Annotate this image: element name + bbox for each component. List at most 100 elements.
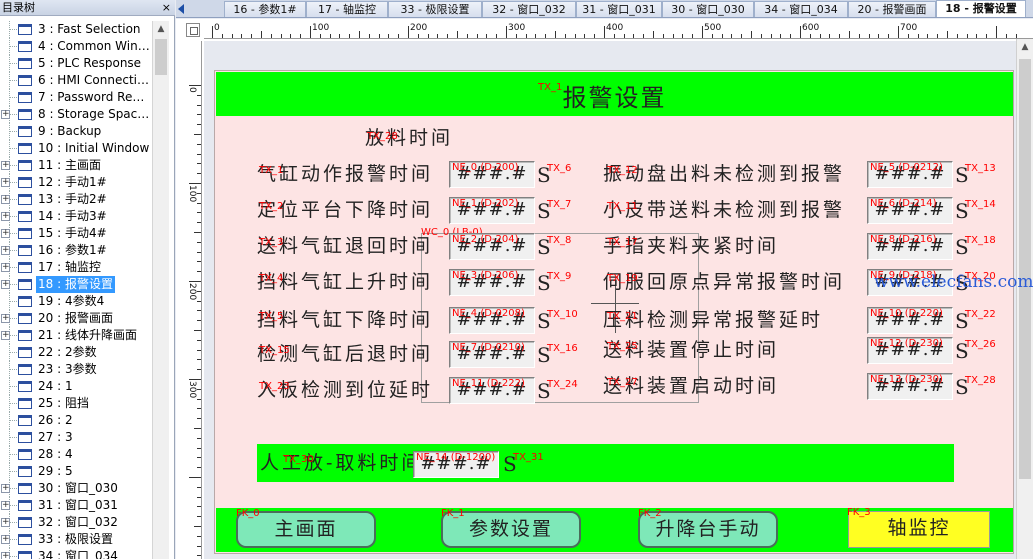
tree-line — [9, 80, 17, 81]
ruler-tick — [368, 34, 370, 38]
unit-label: S TX_31 — [503, 452, 544, 476]
tree-item[interactable]: +30 : 窗口_030 — [0, 480, 152, 497]
tab-window[interactable]: 20 - 报警画面 — [848, 1, 936, 17]
expand-icon[interactable]: + — [1, 280, 10, 289]
numeric-entry[interactable]: NE_13 (D-230) ###.# — [867, 373, 953, 400]
expand-icon[interactable]: + — [1, 161, 10, 170]
scrollbar-thumb[interactable] — [155, 39, 167, 75]
tree-item[interactable]: 28 : 4 — [0, 446, 152, 463]
scroll-up-icon[interactable]: ▲ — [1017, 39, 1033, 55]
tree-item[interactable]: 26 : 2 — [0, 412, 152, 429]
row-tag: TX_2 — [259, 201, 284, 212]
tree-item[interactable]: +12 : 手动1# — [0, 174, 152, 191]
tree-item[interactable]: +17 : 轴监控 — [0, 259, 152, 276]
tab-window[interactable]: 18 - 报警设置 — [936, 0, 1026, 17]
ruler-tick — [878, 34, 880, 38]
tab-window[interactable]: 32 - 窗口_032 — [482, 1, 576, 17]
row-tag: TX_25 — [607, 341, 638, 352]
expand-icon[interactable]: + — [1, 195, 10, 204]
ruler-label: 200 — [187, 283, 197, 301]
tab-scroll-left-icon[interactable] — [178, 4, 184, 14]
numeric-entry[interactable]: NE_12 (D-230) ###.# — [867, 337, 953, 364]
nav-button[interactable]: FK_2 升降台手动 — [638, 508, 778, 548]
expand-icon[interactable]: + — [1, 229, 10, 238]
tab-window[interactable]: 17 - 轴监控 — [306, 1, 388, 17]
expand-icon[interactable]: + — [1, 518, 10, 527]
tree-item[interactable]: 29 : 5 — [0, 463, 152, 480]
expand-icon[interactable]: + — [1, 501, 10, 510]
tree-item[interactable]: 9 : Backup — [0, 123, 152, 140]
expand-icon[interactable]: + — [1, 331, 10, 340]
numeric-entry[interactable]: NE_10 (D-220) ###.# — [867, 307, 953, 334]
expand-icon[interactable]: + — [1, 263, 10, 272]
tree-item[interactable]: +16 : 参数1# — [0, 242, 152, 259]
expand-icon[interactable]: + — [1, 110, 10, 119]
tree-item[interactable]: 3 : Fast Selection — [0, 21, 152, 38]
tree-item[interactable]: 27 : 3 — [0, 429, 152, 446]
canvas-scrollbar[interactable]: ▲ — [1016, 39, 1033, 559]
expand-icon[interactable]: + — [1, 212, 10, 221]
numeric-entry[interactable]: NE_4 (D-0208) ###.# — [449, 307, 535, 334]
ruler-tick — [189, 379, 201, 380]
scroll-up-icon[interactable]: ▲ — [153, 21, 169, 38]
tree-item[interactable]: +18 : 报警设置 — [0, 276, 152, 293]
numeric-entry[interactable]: NE_14 (D-1200) ###.# — [413, 451, 499, 478]
expand-icon[interactable]: + — [1, 484, 10, 493]
tree-item[interactable]: +34 : 窗口_034 — [0, 548, 152, 559]
tree-item[interactable]: +31 : 窗口_031 — [0, 497, 152, 514]
tab-window[interactable]: 34 - 窗口_034 — [754, 1, 848, 17]
unit-label: S TX_6 — [537, 163, 571, 187]
numeric-entry[interactable]: NE_6 (D-214) ###.# — [867, 197, 953, 224]
expand-icon[interactable]: + — [1, 314, 10, 323]
numeric-entry[interactable]: NE_5 (D-0212) ###.# — [867, 161, 953, 188]
tree-item[interactable]: 6 : HMI Connecti… — [0, 72, 152, 89]
nav-button[interactable]: FK_3 轴监控 — [847, 507, 990, 548]
numeric-entry[interactable]: NE_8 (D-216) ###.# — [867, 233, 953, 260]
tree-item[interactable]: +21 : 线体升降画面 — [0, 327, 152, 344]
tree-item[interactable]: 22 : 2参数 — [0, 344, 152, 361]
tree-item[interactable]: +32 : 窗口_032 — [0, 514, 152, 531]
tab-window[interactable]: 16 - 参数1# — [224, 1, 306, 17]
tree-item[interactable]: 4 : Common Win… — [0, 38, 152, 55]
tree-item-label: 26 : 2 — [38, 413, 73, 427]
tree-item[interactable]: +33 : 极限设置 — [0, 531, 152, 548]
numeric-entry[interactable]: NE_3 (D-206) ###.# — [449, 269, 535, 296]
ruler-tick — [506, 26, 507, 38]
numeric-entry[interactable]: NE_0 (D-200) ###.# — [449, 161, 535, 188]
tree-item[interactable]: 10 : Initial Window — [0, 140, 152, 157]
expand-icon[interactable]: + — [1, 552, 10, 559]
numeric-entry[interactable]: NE_11 (D-222) ###.# — [449, 377, 535, 404]
tree-item[interactable]: 19 : 4参数4 — [0, 293, 152, 310]
tab-window[interactable]: 31 - 窗口_031 — [576, 1, 662, 17]
ruler-label: 100 — [187, 185, 197, 203]
expand-icon[interactable]: + — [1, 178, 10, 187]
tab-window[interactable]: 30 - 窗口_030 — [662, 1, 754, 17]
tree-item[interactable]: 23 : 3参数 — [0, 361, 152, 378]
tree-item[interactable]: +14 : 手动3# — [0, 208, 152, 225]
ruler-tick — [197, 310, 201, 312]
tree-item[interactable]: 25 : 阻挡 — [0, 395, 152, 412]
nav-button[interactable]: FK_1 参数设置 — [441, 508, 581, 548]
scrollbar-thumb[interactable] — [1019, 59, 1031, 479]
tree-item-label: 8 : Storage Spac… — [38, 107, 150, 121]
tree-item[interactable]: +13 : 手动2# — [0, 191, 152, 208]
tree-scrollbar[interactable]: ▲ — [152, 21, 169, 559]
numeric-entry[interactable]: NE_2 (D-204) ###.# — [449, 233, 535, 260]
tree-item[interactable]: +11 : 主画面 — [0, 157, 152, 174]
tree-item[interactable]: 7 : Password Re… — [0, 89, 152, 106]
numeric-entry[interactable]: NE_7 (D-0210) ###.# — [449, 341, 535, 368]
numeric-entry[interactable]: NE_1 (D-202) ###.# — [449, 197, 535, 224]
tree-item[interactable]: +8 : Storage Spac… — [0, 106, 152, 123]
tree-item[interactable]: 24 : 1 — [0, 378, 152, 395]
nav-button[interactable]: FK_0 主画面 — [236, 508, 376, 548]
tree-item[interactable]: +20 : 报警画面 — [0, 310, 152, 327]
close-icon[interactable]: × — [162, 0, 171, 16]
ruler-tick — [633, 34, 635, 38]
tab-window[interactable]: 33 - 极限设置 — [388, 1, 482, 17]
expand-icon[interactable]: + — [1, 535, 10, 544]
window-icon — [18, 109, 32, 120]
tree-item[interactable]: 5 : PLC Response — [0, 55, 152, 72]
ruler-tick — [197, 516, 201, 518]
tree-item[interactable]: +15 : 手动4# — [0, 225, 152, 242]
expand-icon[interactable]: + — [1, 246, 10, 255]
